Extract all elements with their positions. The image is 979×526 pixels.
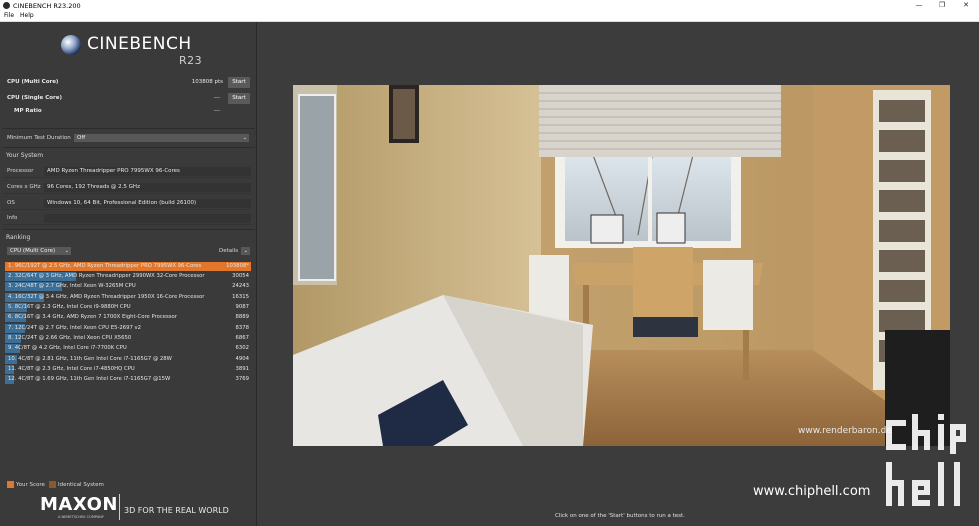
details-label: Details bbox=[219, 248, 239, 254]
system-row-cores: Cores x GHz 96 Cores, 192 Threads @ 2.5 … bbox=[3, 181, 251, 194]
info-field[interactable] bbox=[44, 214, 251, 223]
system-key: Info bbox=[7, 215, 18, 221]
ranking-title: Ranking bbox=[6, 234, 31, 241]
render-watermark: www.renderbaron.de bbox=[798, 426, 892, 436]
ranking-row[interactable]: 12. 4C/8T @ 1.69 GHz, 11th Gen Intel Cor… bbox=[5, 375, 251, 384]
ranking-row[interactable]: 7. 12C/24T @ 2.7 GHz, Intel Xeon CPU E5-… bbox=[5, 324, 251, 333]
system-key: OS bbox=[7, 200, 15, 206]
ranking-row[interactable]: 11. 4C/8T @ 2.3 GHz, Intel Core i7-4850H… bbox=[5, 365, 251, 374]
ranking-score: 24243 bbox=[232, 283, 249, 289]
your-system-title: Your System bbox=[6, 152, 44, 159]
ranking-label: 7. 12C/24T @ 2.7 GHz, Intel Xeon CPU E5-… bbox=[8, 325, 142, 331]
ranking-filter-select[interactable]: CPU (Multi Core) ⌄ bbox=[7, 247, 71, 255]
site-watermark: www.chiphell.com bbox=[753, 484, 871, 499]
menu-bar: File Help bbox=[0, 11, 979, 22]
divider bbox=[119, 494, 120, 520]
ranking-score: 8889 bbox=[235, 314, 249, 320]
chevron-down-icon: ⌄ bbox=[242, 135, 247, 141]
left-panel: CINEBENCH R23 CPU (Multi Core) 103808 pt… bbox=[0, 22, 257, 526]
cpu-multi-label: CPU (Multi Core) bbox=[7, 79, 59, 85]
ranking-score: 3891 bbox=[235, 366, 249, 372]
ranking-row[interactable]: 1. 96C/192T @ 2.5 GHz, AMD Ryzen Threadr… bbox=[5, 262, 251, 271]
ranking-row[interactable]: 2. 32C/64T @ 3 GHz, AMD Ryzen Threadripp… bbox=[5, 272, 251, 281]
cinebench-sphere-icon bbox=[61, 35, 81, 55]
divider bbox=[3, 147, 255, 148]
ranking-score: 6867 bbox=[235, 335, 249, 341]
ranking-score: 6302 bbox=[235, 345, 249, 351]
ranking-label: 1. 96C/192T @ 2.5 GHz, AMD Ryzen Threadr… bbox=[8, 263, 202, 269]
ranking-score: 3769 bbox=[235, 376, 249, 382]
ranking-filter-value: CPU (Multi Core) bbox=[10, 248, 56, 254]
ranking-score: 30054 bbox=[232, 273, 249, 279]
ranking-score: 4904 bbox=[235, 356, 249, 362]
min-duration-select[interactable]: Off ⌄ bbox=[74, 134, 249, 142]
title-bar: CINEBENCH R23.200 — ❐ ✕ bbox=[0, 0, 979, 11]
divider bbox=[3, 229, 255, 230]
ranking-row[interactable]: 8. 12C/24T @ 2.66 GHz, Intel Xeon CPU X5… bbox=[5, 334, 251, 343]
cinebench-logo: CINEBENCH R23 bbox=[3, 25, 255, 73]
ranking-score: 103808* bbox=[226, 263, 249, 269]
maxon-subtitle: A NEMETSCHEK COMPANY bbox=[58, 515, 104, 519]
system-row-processor: Processor AMD Ryzen Threadripper PRO 799… bbox=[3, 165, 251, 178]
maxon-logo: MAXON bbox=[40, 494, 118, 515]
ranking-score: 8378 bbox=[235, 325, 249, 331]
chiphell-logo bbox=[886, 414, 966, 506]
ranking-row[interactable]: 4. 16C/32T @ 3.4 GHz, AMD Ryzen Threadri… bbox=[5, 293, 251, 302]
ranking-row[interactable]: 10. 4C/8T @ 2.81 GHz, 11th Gen Intel Cor… bbox=[5, 355, 251, 364]
ranking-label: 6. 8C/16T @ 3.4 GHz, AMD Ryzen 7 1700X E… bbox=[8, 314, 177, 320]
ranking-label: 3. 24C/48T @ 2.7 GHz, Intel Xeon W-3265M… bbox=[8, 283, 136, 289]
cpu-single-label: CPU (Single Core) bbox=[7, 95, 62, 101]
mp-ratio-label: MP Ratio bbox=[14, 108, 42, 114]
ranking-label: 5. 8C/16T @ 2.3 GHz, Intel Core i9-9880H… bbox=[8, 304, 131, 310]
chevron-down-icon: ⌄ bbox=[243, 248, 248, 254]
window-title: CINEBENCH R23.200 bbox=[13, 2, 81, 10]
ranking-row[interactable]: 5. 8C/16T @ 2.3 GHz, Intel Core i9-9880H… bbox=[5, 303, 251, 312]
menu-help[interactable]: Help bbox=[20, 12, 34, 19]
ranking-score: 9087 bbox=[235, 304, 249, 310]
cpu-single-score: --- bbox=[214, 95, 220, 101]
maxon-branding: MAXON A NEMETSCHEK COMPANY 3D FOR THE RE… bbox=[0, 486, 256, 526]
minimize-button[interactable]: — bbox=[908, 0, 930, 11]
restore-button[interactable]: ❐ bbox=[931, 0, 953, 11]
ranking-label: 10. 4C/8T @ 2.81 GHz, 11th Gen Intel Cor… bbox=[8, 356, 172, 362]
close-button[interactable]: ✕ bbox=[955, 0, 977, 11]
cpu-multi-start-button[interactable]: Start bbox=[228, 77, 250, 88]
logo-version: R23 bbox=[179, 54, 203, 67]
render-viewport: www.renderbaron.de bbox=[293, 85, 950, 446]
ranking-row[interactable]: 9. 4C/8T @ 4.2 GHz, Intel Core i7-7700K … bbox=[5, 344, 251, 353]
menu-file[interactable]: File bbox=[4, 12, 14, 19]
ranking-label: 12. 4C/8T @ 1.69 GHz, 11th Gen Intel Cor… bbox=[8, 376, 171, 382]
cpu-multi-score: 103808 pts bbox=[191, 79, 223, 85]
cpu-single-start-button[interactable]: Start bbox=[228, 93, 250, 104]
system-value: AMD Ryzen Threadripper PRO 7995WX 96-Cor… bbox=[44, 167, 251, 176]
ranking-label: 2. 32C/64T @ 3 GHz, AMD Ryzen Threadripp… bbox=[8, 273, 205, 279]
mp-ratio-value: --- bbox=[214, 108, 220, 114]
app-icon bbox=[3, 2, 10, 9]
min-duration-value: Off bbox=[77, 135, 86, 141]
ranking-label: 9. 4C/8T @ 4.2 GHz, Intel Core i7-7700K … bbox=[8, 345, 127, 351]
rendered-room-scene: www.renderbaron.de bbox=[293, 85, 950, 446]
system-key: Processor bbox=[7, 168, 34, 174]
ranking-row[interactable]: 6. 8C/16T @ 3.4 GHz, AMD Ryzen 7 1700X E… bbox=[5, 313, 251, 322]
ranking-label: 8. 12C/24T @ 2.66 GHz, Intel Xeon CPU X5… bbox=[8, 335, 132, 341]
system-value: Windows 10, 64 Bit, Professional Edition… bbox=[44, 199, 251, 208]
ranking-label: 4. 16C/32T @ 3.4 GHz, AMD Ryzen Threadri… bbox=[8, 294, 205, 300]
chevron-down-icon: ⌄ bbox=[64, 248, 69, 254]
system-row-info: Info bbox=[3, 212, 251, 225]
details-button[interactable]: ⌄ bbox=[241, 247, 250, 255]
system-value: 96 Cores, 192 Threads @ 2.5 GHz bbox=[44, 183, 251, 192]
min-duration-label: Minimum Test Duration bbox=[7, 135, 71, 141]
system-row-os: OS Windows 10, 64 Bit, Professional Edit… bbox=[3, 197, 251, 210]
ranking-row[interactable]: 3. 24C/48T @ 2.7 GHz, Intel Xeon W-3265M… bbox=[5, 282, 251, 291]
ranking-label: 11. 4C/8T @ 2.3 GHz, Intel Core i7-4850H… bbox=[8, 366, 135, 372]
logo-name: CINEBENCH bbox=[87, 34, 192, 54]
ranking-score: 16315 bbox=[232, 294, 249, 300]
status-text: Click on one of the 'Start' buttons to r… bbox=[555, 513, 685, 519]
tagline: 3D FOR THE REAL WORLD bbox=[124, 506, 229, 515]
system-key: Cores x GHz bbox=[7, 184, 41, 190]
divider bbox=[3, 128, 255, 129]
